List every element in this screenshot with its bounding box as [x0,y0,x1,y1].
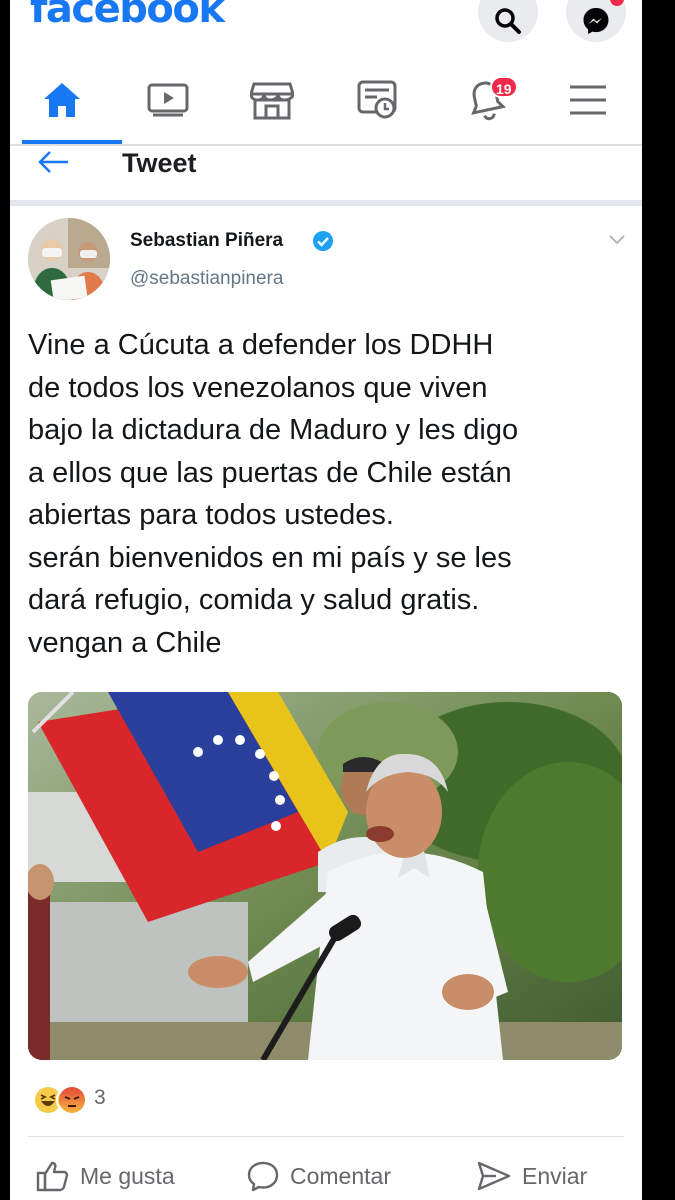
facebook-logo[interactable]: facebook [30,0,225,32]
photo-illustration [28,692,622,1060]
page-title: Tweet [122,148,197,178]
app-frame: facebook 19 Tweet Sebastian Piñera @seba… [10,0,642,1200]
tweet-text-line: de todos los venezolanos que viven [28,371,488,404]
angry-reaction-icon [56,1084,88,1116]
nav-notifications[interactable]: 19 [446,60,526,140]
avatar[interactable] [28,218,110,300]
actions-divider [28,1136,624,1137]
nav-marketplace[interactable] [232,60,312,140]
reaction-summary[interactable]: 3 [32,1084,232,1116]
like-label: Me gusta [80,1162,175,1189]
top-bar: facebook [10,0,642,48]
send-button[interactable]: Enviar [476,1156,587,1196]
tweet-header: Tweet [10,146,642,202]
home-icon [44,83,80,117]
tweet-text-line: a ellos que las puertas de Chile están [28,456,512,489]
tweet-text-line: bajo la dictadura de Maduro y les digo [28,414,519,446]
tweet-text: Vine a Cúcuta a defender los DDHH de tod… [28,324,628,664]
nav-memories[interactable] [338,60,418,140]
section-separator [10,200,642,206]
comment-icon [247,1161,279,1192]
news-clock-icon [357,80,397,119]
messenger-icon [583,8,609,34]
video-icon [147,83,189,117]
author-handle[interactable]: @sebastianpinera [130,268,283,290]
comment-label: Comentar [290,1162,391,1189]
tweet-text-line: dará refugio, comida y salud gratis. [28,584,480,616]
avatar-photo [28,218,110,300]
notification-badge: 19 [490,76,518,98]
post-photo[interactable] [28,692,622,1060]
tweet-text-line: vengan a Chile [28,626,222,659]
like-button[interactable]: Me gusta [36,1156,175,1196]
thumbs-up-icon [36,1161,69,1192]
send-icon [477,1161,511,1191]
nav-menu[interactable] [548,60,628,140]
send-label: Enviar [522,1162,588,1189]
main-nav: 19 [10,60,642,144]
verified-badge-icon [313,231,333,251]
search-icon [495,8,521,34]
search-button[interactable] [478,0,538,42]
back-arrow-icon[interactable] [36,146,72,182]
messenger-button[interactable] [566,0,626,42]
hamburger-icon [570,85,606,115]
nav-watch[interactable] [128,60,208,140]
author-name[interactable]: Sebastian Piñera [130,230,283,252]
tweet-text-line: Vine a Cúcuta a defender los DDHH [28,329,494,361]
store-icon [250,82,294,120]
comment-button[interactable]: Comentar [246,1156,391,1196]
messenger-badge [610,0,624,6]
tweet-text-line: serán bienvenidos en mi país y se les [28,541,512,574]
tweet-text-line: abiertas para todos ustedes. [28,499,394,531]
chevron-down-icon[interactable] [608,234,626,246]
nav-home[interactable] [22,60,122,144]
reaction-count: 3 [94,1086,106,1109]
